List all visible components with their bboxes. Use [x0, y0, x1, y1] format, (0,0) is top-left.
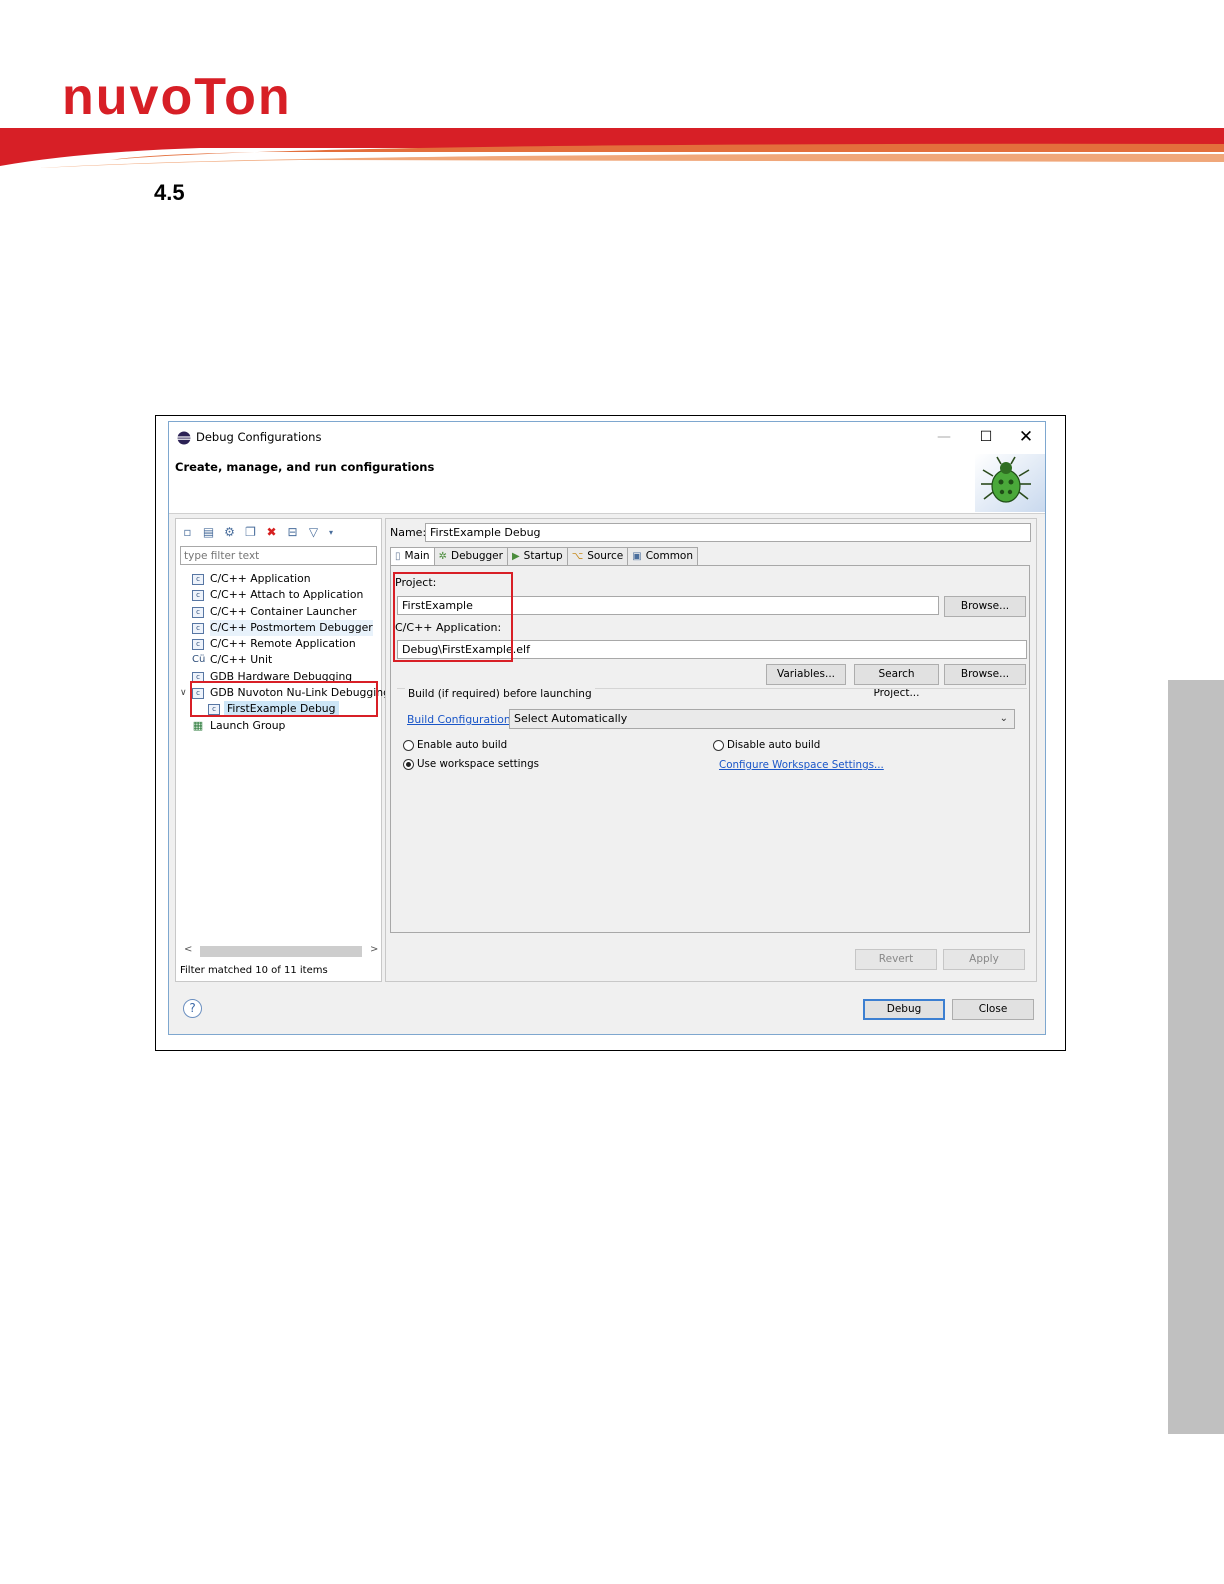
eclipse-icon [177, 431, 191, 445]
debug-configurations-window: Debug Configurations — ☐ ✕ Create, manag… [168, 421, 1046, 1035]
tab-startup[interactable]: ▶ Startup [506, 547, 568, 565]
title-bar: Debug Configurations — ☐ ✕ [169, 422, 1045, 452]
use-workspace-settings-radio[interactable]: Use workspace settings [403, 758, 539, 770]
launch-group-icon: ▦ [192, 718, 204, 732]
tree-item[interactable]: c C/C++ Application [182, 571, 382, 587]
c-config-icon: c [192, 590, 204, 602]
common-tab-icon: ▣ [632, 551, 642, 562]
c-config-icon: c [192, 574, 204, 585]
new-config-icon[interactable]: ▫ [180, 525, 195, 540]
name-label: Name: [390, 526, 427, 539]
enable-auto-build-radio[interactable]: Enable auto build [403, 739, 507, 751]
c-unit-icon: Cü [192, 654, 206, 666]
build-group-title: Build (if required) before launching [405, 688, 595, 700]
tab-main[interactable]: ▯ Main [390, 547, 435, 565]
section-number: 4.5 [154, 180, 185, 205]
variables-button[interactable]: Variables... [766, 664, 846, 685]
c-config-icon: c [192, 606, 204, 618]
revert-button[interactable]: Revert [855, 949, 937, 970]
side-tab [1168, 680, 1224, 1434]
apply-button[interactable]: Apply [943, 949, 1025, 970]
scroll-thumb[interactable] [200, 946, 362, 957]
delete-icon[interactable]: ✖ [264, 525, 279, 540]
browse-application-button[interactable]: Browse... [944, 664, 1026, 685]
filter-input[interactable] [180, 546, 377, 565]
configuration-editor-pane: Name: FirstExample Debug ▯ Main ✲ Debugg… [385, 518, 1037, 982]
tree-item[interactable]: c C/C++ Attach to Application [182, 587, 382, 603]
scroll-right-icon[interactable]: > [370, 944, 378, 955]
tree-item[interactable]: c C/C++ Remote Application [182, 636, 382, 652]
filter-icon[interactable]: ▽ [306, 525, 321, 540]
startup-tab-icon: ▶ [511, 551, 520, 562]
highlight-box [393, 572, 513, 662]
configure-workspace-link[interactable]: Configure Workspace Settings... [719, 759, 884, 771]
tree-toolbar: ▫ ▤ ⚙ ❐ ✖ ⊟ ▽ ▾ [180, 523, 335, 541]
export-icon[interactable]: ⚙ [222, 525, 237, 540]
configuration-tree-pane: ▫ ▤ ⚙ ❐ ✖ ⊟ ▽ ▾ c C/C++ Application c C/… [175, 518, 390, 982]
screenshot-figure: Debug Configurations — ☐ ✕ Create, manag… [155, 415, 1066, 1051]
tab-common[interactable]: ▣ Common [627, 547, 699, 565]
header-band [0, 128, 1224, 168]
horizontal-scrollbar[interactable]: < > [182, 944, 378, 958]
main-tab-icon: ▯ [395, 551, 401, 562]
tree-item[interactable]: ▦ Launch Group [182, 718, 382, 734]
scroll-left-icon[interactable]: < [184, 944, 192, 955]
search-project-button[interactable]: Search Project... [854, 664, 939, 699]
tab-debugger[interactable]: ✲ Debugger [433, 547, 508, 565]
c-config-icon: c [192, 622, 204, 634]
close-window-button[interactable]: ✕ [1011, 426, 1041, 448]
source-tab-icon: ⌥ [571, 551, 584, 562]
debug-button[interactable]: Debug [863, 999, 945, 1020]
build-configuration-select[interactable]: Select Automatically ⌄ [509, 709, 1015, 729]
tree-item[interactable]: Cü C/C++ Unit [182, 652, 382, 668]
main-tab-panel: Project: FirstExample Browse... C/C++ Ap… [390, 565, 1030, 933]
minimize-button[interactable]: — [929, 426, 959, 448]
svg-text:nuvoTon: nuvoTon [62, 70, 292, 122]
c-config-icon: c [192, 639, 204, 651]
name-input[interactable]: FirstExample Debug [425, 523, 1031, 542]
disable-auto-build-radio[interactable]: Disable auto build [713, 739, 820, 751]
chevron-down-icon: ⌄ [999, 713, 1008, 724]
build-configuration-link[interactable]: Build Configuration: [407, 713, 514, 726]
help-icon[interactable]: ? [183, 999, 202, 1018]
duplicate-icon[interactable]: ❐ [243, 525, 258, 540]
filter-status: Filter matched 10 of 11 items [180, 965, 328, 976]
maximize-button[interactable]: ☐ [971, 426, 1001, 448]
tree-item[interactable]: c C/C++ Container Launcher [182, 604, 382, 620]
expand-chevron-icon[interactable]: ∨ [180, 685, 187, 701]
highlight-box [190, 681, 378, 717]
close-button[interactable]: Close [952, 999, 1034, 1020]
tab-strip: ▯ Main ✲ Debugger ▶ Startup ⌥ Source ▣ C… [390, 547, 1030, 565]
bug-icon [975, 454, 1045, 512]
collapse-all-icon[interactable]: ⊟ [285, 525, 300, 540]
window-title: Debug Configurations [196, 430, 322, 444]
new-prototype-icon[interactable]: ▤ [201, 525, 216, 540]
browse-project-button[interactable]: Browse... [944, 596, 1026, 617]
tree-item[interactable]: c C/C++ Postmortem Debugger [182, 619, 382, 636]
view-menu-icon[interactable]: ▾ [327, 525, 335, 540]
build-group: Build (if required) before launching Bui… [397, 688, 1027, 776]
dialog-subtitle: Create, manage, and run configurations [175, 460, 435, 474]
debugger-tab-icon: ✲ [438, 551, 447, 562]
tab-source[interactable]: ⌥ Source [566, 547, 629, 565]
nuvoton-logo: nuvoTon [62, 70, 292, 122]
dialog-banner: Create, manage, and run configurations [169, 452, 1045, 514]
